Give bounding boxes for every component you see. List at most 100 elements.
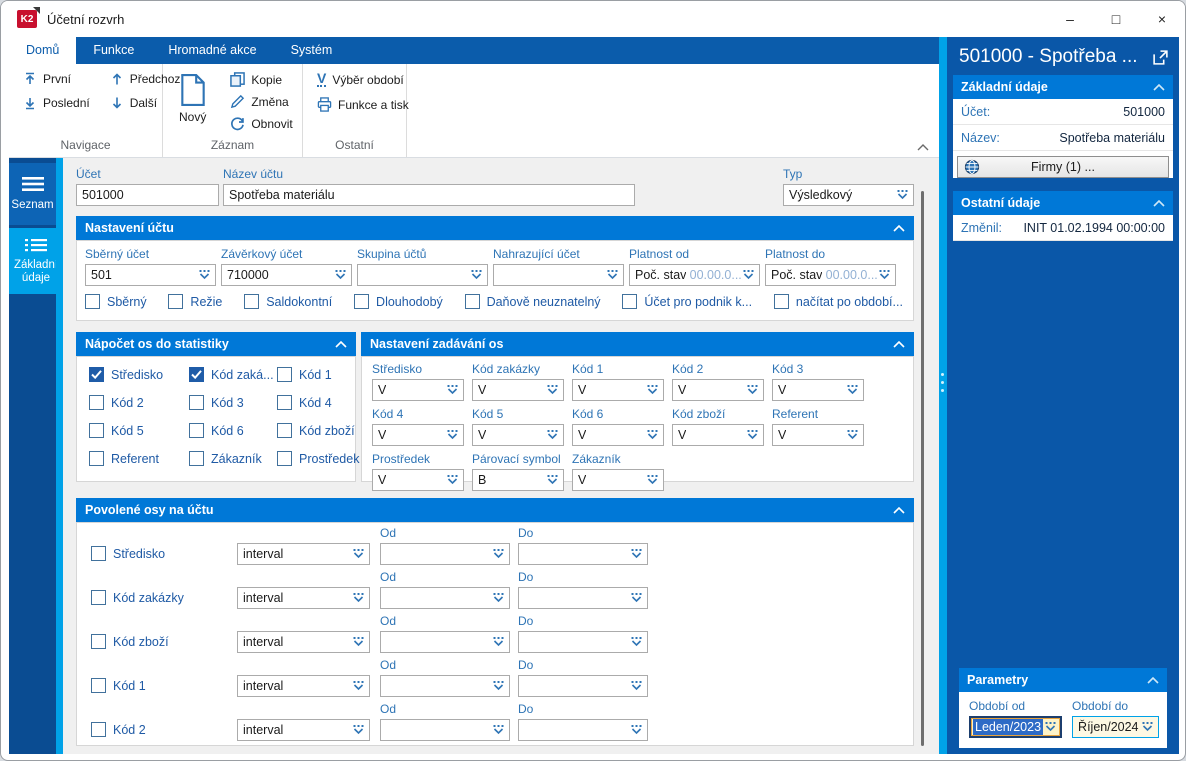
- checkbox-field[interactable]: Daňově neuznatelný: [465, 294, 601, 309]
- field-combo[interactable]: V: [572, 379, 664, 401]
- checkbox[interactable]: [189, 395, 204, 410]
- collapse-icon[interactable]: [1147, 677, 1159, 684]
- close-button[interactable]: ×: [1139, 1, 1185, 37]
- axis-od-combo[interactable]: [380, 719, 510, 741]
- dropdown-icon[interactable]: [645, 473, 660, 487]
- dropdown-icon[interactable]: [491, 591, 506, 605]
- ribbon-tab[interactable]: Funkce: [76, 37, 151, 64]
- copy-button[interactable]: Kopie: [226, 70, 296, 89]
- field-combo[interactable]: Poč. stav00.00.0...: [629, 264, 760, 286]
- checkbox[interactable]: [89, 451, 104, 466]
- dropdown-icon[interactable]: [545, 428, 560, 442]
- dropdown-icon[interactable]: [445, 428, 460, 442]
- checkbox[interactable]: [774, 294, 789, 309]
- checkbox[interactable]: [277, 451, 292, 466]
- checkbox-field[interactable]: Kód 2: [89, 395, 185, 410]
- dropdown-icon[interactable]: [1043, 720, 1058, 734]
- checkbox[interactable]: [91, 634, 106, 649]
- panel-splitter[interactable]: [939, 37, 947, 754]
- collapse-icon[interactable]: [335, 341, 347, 348]
- dropdown-icon[interactable]: [491, 547, 506, 561]
- collapse-icon[interactable]: [1153, 200, 1165, 207]
- dropdown-icon[interactable]: [445, 473, 460, 487]
- checkbox-field[interactable]: Středisko: [89, 367, 185, 382]
- field-combo[interactable]: V: [672, 379, 764, 401]
- field-combo[interactable]: 710000: [221, 264, 352, 286]
- collapse-icon[interactable]: [893, 507, 905, 514]
- collapse-icon[interactable]: [893, 225, 905, 232]
- dropdown-icon[interactable]: [351, 635, 366, 649]
- dropdown-icon[interactable]: [645, 383, 660, 397]
- dropdown-icon[interactable]: [629, 591, 644, 605]
- dropdown-icon[interactable]: [545, 473, 560, 487]
- nazev-input[interactable]: Spotřeba materiálu: [223, 184, 635, 206]
- dropdown-icon[interactable]: [845, 383, 860, 397]
- dropdown-icon[interactable]: [741, 268, 756, 282]
- axis-od-combo[interactable]: [380, 675, 510, 697]
- field-combo[interactable]: V: [572, 469, 664, 491]
- dropdown-icon[interactable]: [197, 268, 212, 282]
- checkbox[interactable]: [85, 294, 100, 309]
- ribbon-tab[interactable]: Hromadné akce: [151, 37, 273, 64]
- checkbox-field[interactable]: Účet pro podnik k...: [622, 294, 752, 309]
- checkbox-field[interactable]: Kód 6: [189, 423, 273, 438]
- dropdown-icon[interactable]: [745, 383, 760, 397]
- dropdown-icon[interactable]: [605, 268, 620, 282]
- checkbox-field[interactable]: Kód 5: [89, 423, 185, 438]
- axis-mode-combo[interactable]: interval: [237, 675, 370, 697]
- dropdown-icon[interactable]: [491, 635, 506, 649]
- dropdown-icon[interactable]: [629, 723, 644, 737]
- checkbox-field[interactable]: Zákazník: [189, 451, 273, 466]
- dropdown-icon[interactable]: [469, 268, 484, 282]
- section-header-napocet[interactable]: Nápočet os do statistiky: [76, 332, 356, 356]
- axis-do-combo[interactable]: [518, 587, 648, 609]
- card-header[interactable]: Ostatní údaje: [953, 191, 1173, 215]
- checkbox[interactable]: [189, 367, 204, 382]
- axis-do-combo[interactable]: [518, 675, 648, 697]
- firmy-button[interactable]: Firmy (1) ...: [957, 156, 1169, 178]
- field-combo[interactable]: V: [672, 424, 764, 446]
- obdobi-od-combo[interactable]: Leden/2023: [969, 716, 1062, 738]
- vertical-scrollbar[interactable]: [921, 191, 924, 746]
- section-header-povolene-osy[interactable]: Povolené osy na účtu: [76, 498, 914, 522]
- checkbox-field[interactable]: Kód 1: [277, 367, 359, 382]
- card-header[interactable]: Parametry: [959, 668, 1167, 692]
- first-button[interactable]: První: [19, 70, 94, 88]
- checkbox[interactable]: [465, 294, 480, 309]
- edit-button[interactable]: Změna: [226, 92, 296, 111]
- checkbox-field[interactable]: Prostředek: [277, 451, 359, 466]
- collapse-icon[interactable]: [1153, 84, 1165, 91]
- last-button[interactable]: Poslední: [19, 94, 94, 112]
- minimize-button[interactable]: –: [1047, 1, 1093, 37]
- field-combo[interactable]: [493, 264, 624, 286]
- axis-od-combo[interactable]: [380, 631, 510, 653]
- period-select-button[interactable]: V Výběr období: [313, 70, 413, 89]
- dropdown-icon[interactable]: [351, 679, 366, 693]
- checkbox-field[interactable]: Referent: [89, 451, 185, 466]
- ribbon-collapse-button[interactable]: [917, 144, 929, 151]
- field-combo[interactable]: V: [772, 379, 864, 401]
- field-combo[interactable]: V: [372, 469, 464, 491]
- dropdown-icon[interactable]: [629, 547, 644, 561]
- checkbox-field[interactable]: Kód 4: [277, 395, 359, 410]
- checkbox[interactable]: [189, 423, 204, 438]
- ribbon-tab[interactable]: Domů: [9, 37, 76, 64]
- axis-checkbox-field[interactable]: Kód zakázky: [91, 590, 184, 605]
- checkbox[interactable]: [89, 423, 104, 438]
- dropdown-icon[interactable]: [333, 268, 348, 282]
- checkbox[interactable]: [244, 294, 259, 309]
- checkbox[interactable]: [189, 451, 204, 466]
- axis-mode-combo[interactable]: interval: [237, 719, 370, 741]
- typ-combo[interactable]: Výsledkový: [783, 184, 914, 206]
- axis-do-combo[interactable]: [518, 631, 648, 653]
- checkbox[interactable]: [354, 294, 369, 309]
- checkbox[interactable]: [277, 423, 292, 438]
- card-header[interactable]: Základní údaje: [953, 75, 1173, 99]
- checkbox[interactable]: [168, 294, 183, 309]
- dropdown-icon[interactable]: [351, 547, 366, 561]
- dropdown-icon[interactable]: [629, 679, 644, 693]
- field-combo[interactable]: B: [472, 469, 564, 491]
- field-combo[interactable]: V: [372, 424, 464, 446]
- checkbox[interactable]: [91, 590, 106, 605]
- checkbox-field[interactable]: Dlouhodobý: [354, 294, 443, 309]
